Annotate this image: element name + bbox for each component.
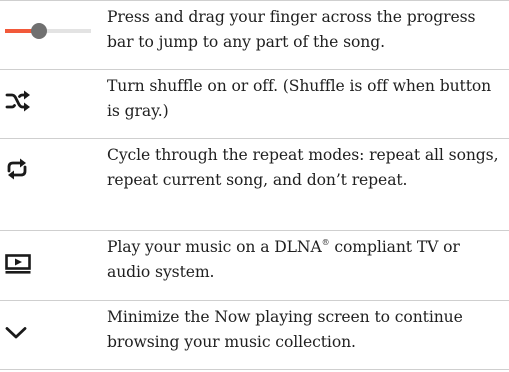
registered-mark: ®	[321, 238, 330, 247]
controls-table: Press and drag your finger across the pr…	[0, 0, 509, 370]
desc-text: Play your music on a DLNA	[107, 238, 322, 256]
icon-cell	[0, 70, 102, 138]
row-description: Minimize the Now playing screen to conti…	[107, 308, 463, 351]
row-description: Cycle through the repeat modes: repeat a…	[107, 146, 499, 189]
progress-slider-icon	[5, 23, 91, 39]
table-row: Press and drag your finger across the pr…	[0, 1, 509, 70]
repeat-icon	[7, 158, 27, 180]
table-row: Cycle through the repeat modes: repeat a…	[0, 139, 509, 231]
icon-cell	[0, 1, 102, 69]
icon-cell	[0, 301, 102, 369]
play-on-screen-icon	[5, 254, 31, 274]
table-row: Minimize the Now playing screen to conti…	[0, 301, 509, 370]
icon-cell	[0, 139, 102, 230]
shuffle-icon	[5, 90, 30, 112]
row-description: Press and drag your finger across the pr…	[107, 8, 476, 51]
table-row: Turn shuffle on or off. (Shuffle is off …	[0, 70, 509, 139]
icon-cell	[0, 231, 102, 300]
row-description: Play your music on a DLNA® compliant TV …	[102, 231, 509, 300]
row-description: Turn shuffle on or off. (Shuffle is off …	[107, 77, 492, 120]
progress-knob	[31, 23, 47, 39]
chevron-down-icon	[5, 327, 27, 339]
table-row: Play your music on a DLNA® compliant TV …	[0, 231, 509, 301]
